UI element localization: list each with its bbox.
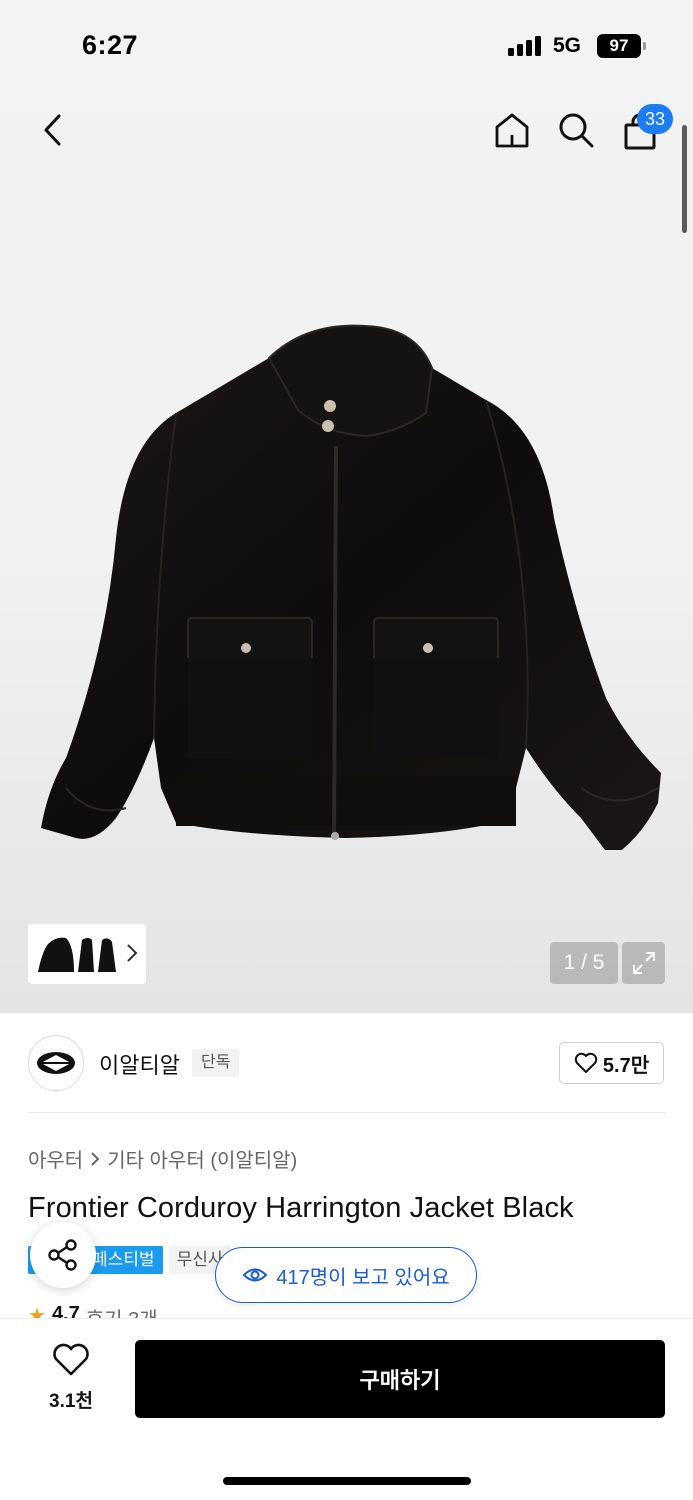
chevron-right-icon[interactable] <box>126 943 138 963</box>
breadcrumb: 아우터 기타 아우터 (이알티알) <box>28 1144 297 1173</box>
exclusive-badge: 단독 <box>192 1049 240 1077</box>
viewers-text: 417명이 보고 있어요 <box>276 1266 450 1289</box>
breadcrumb-category[interactable]: 아우터 <box>28 1144 83 1173</box>
wishlist-count: 3.1천 <box>49 1391 93 1412</box>
search-icon[interactable] <box>554 108 598 152</box>
buy-button[interactable]: 구매하기 <box>135 1340 665 1418</box>
battery-level: 97 <box>597 34 641 58</box>
rating-row[interactable]: ★ 4.7 후기 3개 <box>28 1303 158 1319</box>
product-title: Frontier Corduroy Harrington Jacket Blac… <box>28 1192 574 1224</box>
network-label: 5G <box>553 34 582 57</box>
thumbnail-images[interactable] <box>34 932 116 976</box>
divider <box>28 1112 665 1113</box>
status-time: 6:27 <box>82 30 139 60</box>
signal-icon <box>508 36 544 56</box>
back-icon[interactable] <box>32 110 72 150</box>
image-page-counter: 1 / 5 <box>550 942 618 984</box>
chevron-right-icon <box>91 1151 100 1166</box>
wishlist-button[interactable]: 3.1천 <box>36 1343 106 1413</box>
thumbnail-strip[interactable] <box>28 924 146 984</box>
home-icon[interactable] <box>490 108 534 152</box>
brand-logo[interactable] <box>28 1035 84 1091</box>
product-image-gallery[interactable]: 6:27 5G 97 33 1 / 5 <box>0 0 693 1013</box>
heart-icon <box>53 1343 89 1376</box>
star-icon: ★ <box>28 1305 46 1319</box>
review-count: 후기 3개 <box>86 1303 158 1319</box>
brand-like-count: 5.7만 <box>602 1054 650 1077</box>
viewers-toast: 417명이 보고 있어요 <box>215 1247 477 1303</box>
home-indicator[interactable] <box>223 1477 471 1485</box>
brand-name[interactable]: 이알티알 <box>99 1048 180 1080</box>
scrollbar[interactable] <box>682 125 687 233</box>
cart-count-badge: 33 <box>637 104 673 134</box>
share-icon <box>48 1239 77 1271</box>
share-button[interactable] <box>30 1222 96 1288</box>
brand-like-button[interactable]: 5.7만 <box>559 1042 664 1084</box>
breadcrumb-subcategory[interactable]: 기타 아우터 (이알티알) <box>107 1144 297 1173</box>
product-photo <box>41 324 661 850</box>
battery-icon: 97 <box>597 34 646 58</box>
rating-score: 4.7 <box>51 1303 80 1319</box>
status-bar: 6:27 5G 97 <box>0 0 693 90</box>
expand-icon[interactable] <box>622 942 665 984</box>
heart-icon <box>574 1052 598 1073</box>
eye-icon <box>242 1268 268 1282</box>
